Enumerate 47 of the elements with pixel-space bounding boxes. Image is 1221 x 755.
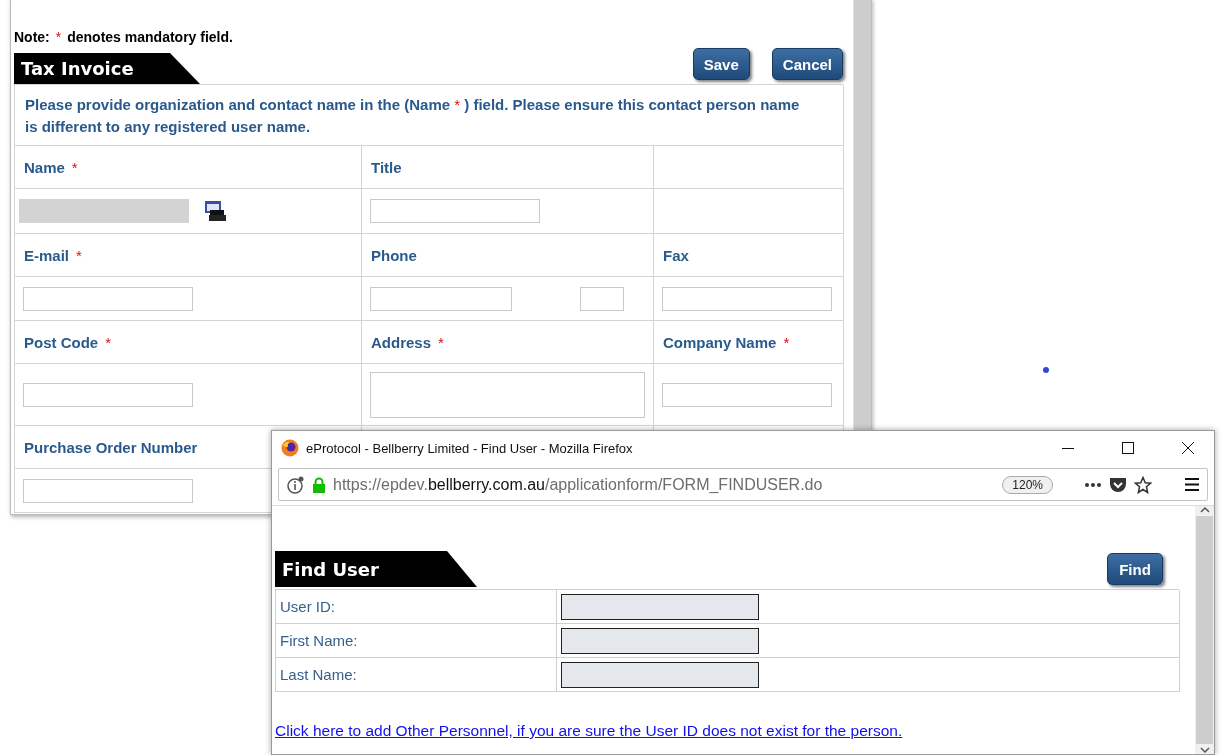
field-label: Address * [371, 333, 444, 351]
window-title: eProtocol - Bellberry Limited - Find User - Mozilla Firefox [306, 440, 634, 456]
section-title: Find User [275, 551, 477, 587]
field-label: User ID: [280, 598, 335, 615]
scroll-up-icon[interactable] [1199, 506, 1210, 514]
zoom-badge[interactable]: 120% [1002, 475, 1053, 494]
field-label: Name * [24, 158, 78, 176]
phone-field[interactable] [370, 286, 512, 311]
field-label: Post Code * [24, 333, 112, 351]
note-label: Note: [14, 29, 50, 45]
required-mark: * [55, 29, 62, 45]
scroll-down-icon[interactable] [1199, 746, 1210, 754]
cancel-button[interactable]: Cancel [771, 48, 843, 80]
field-label: E-mail * [24, 246, 82, 264]
pocket-icon[interactable] [1109, 476, 1127, 493]
section-title: Tax Invoice [14, 53, 200, 84]
info-icon[interactable] [287, 475, 305, 494]
instruction-text: Please provide organization and contact name in the (Name * ) field. Please ensure this contact person name is different to any registered user name. [15, 85, 844, 146]
maximize-icon [1121, 442, 1134, 454]
add-personnel-link[interactable]: Click here to add Other Personnel, if you are sure the User ID does not exist for the person. [275, 722, 903, 740]
text-field[interactable] [561, 593, 759, 620]
more-icon[interactable] [1084, 481, 1102, 488]
field-label: Fax [663, 246, 689, 264]
scrollbar[interactable] [1195, 506, 1214, 754]
field-label: Purchase Order Number [24, 438, 198, 456]
browser-logo-icon [281, 439, 299, 457]
extension-field[interactable] [580, 286, 624, 311]
menu-icon[interactable] [1185, 478, 1199, 491]
field-label: Title [371, 158, 402, 176]
field-label: First Name: [280, 632, 358, 649]
note-text: denotes mandatory field. [67, 29, 233, 45]
text-field[interactable] [561, 661, 759, 688]
scrollbar[interactable] [853, 0, 871, 431]
field-label: Phone [371, 246, 417, 264]
lock-icon[interactable] [312, 476, 326, 493]
field-label: Last Name: [280, 666, 357, 683]
url-text[interactable]: https://epdev.bellberry.com.au/applicationform/FORM_FINDUSER.do [333, 475, 996, 494]
find-button[interactable]: Find [1107, 553, 1163, 585]
address-bar[interactable]: https://epdev.bellberry.com.au/applicationform/FORM_FINDUSER.do 120% [278, 468, 1208, 501]
field-label: Company Name * [663, 333, 790, 351]
save-button[interactable]: Save [692, 48, 750, 80]
binoculars-icon[interactable] [205, 201, 227, 221]
star-icon[interactable] [1134, 475, 1152, 494]
close-icon [1181, 442, 1194, 454]
cursor-dot [1043, 367, 1049, 373]
address-field[interactable] [370, 371, 645, 418]
text-field[interactable] [561, 627, 759, 654]
